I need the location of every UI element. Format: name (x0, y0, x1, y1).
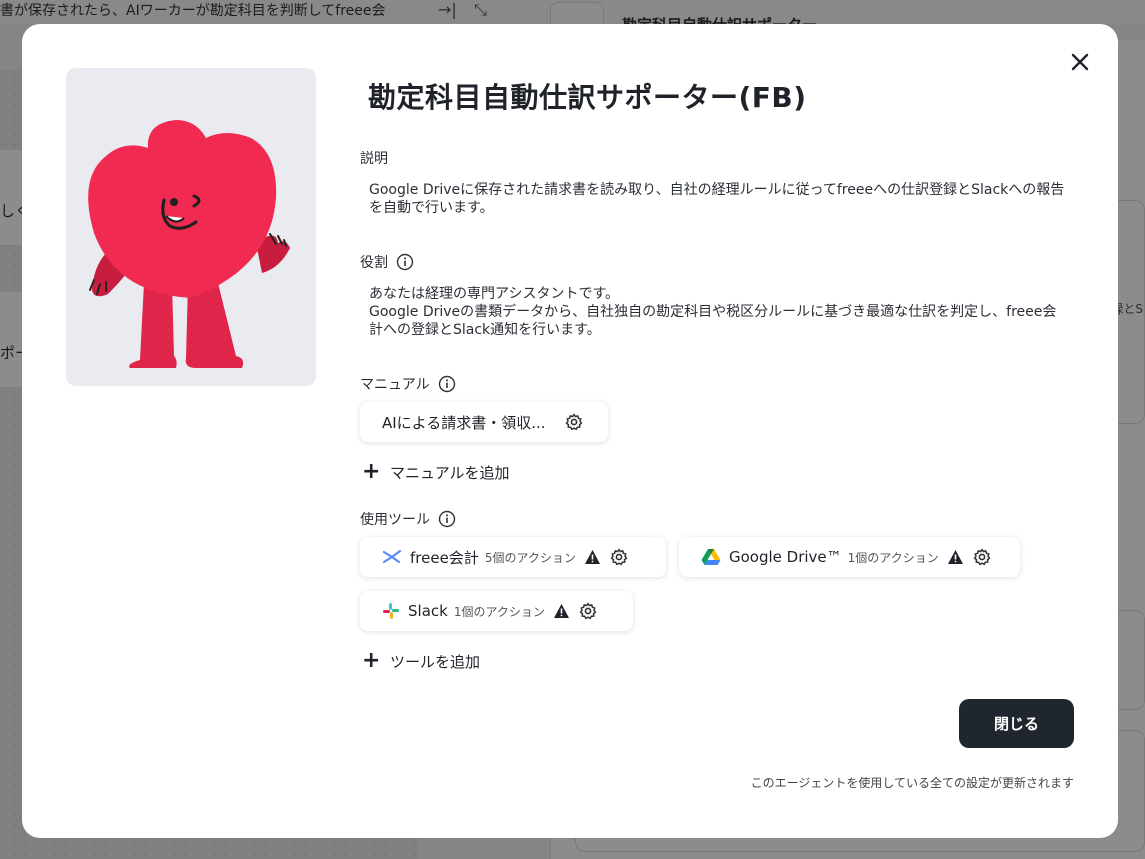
add-manual-label: マニュアルを追加 (390, 463, 510, 482)
manual-label: マニュアル (360, 374, 456, 394)
google-drive-icon (701, 549, 721, 565)
gear-icon[interactable] (972, 547, 992, 567)
plus-icon: + (362, 648, 381, 673)
gear-icon[interactable] (578, 601, 598, 621)
plus-icon: + (362, 459, 381, 484)
gear-icon[interactable] (564, 412, 584, 432)
agent-avatar (66, 68, 316, 386)
warning-icon (553, 604, 569, 618)
role-text: あなたは経理の専門アシスタントです。 Google Driveの書類データから、… (369, 285, 1069, 339)
role-label: 役割 (360, 252, 414, 272)
close-button[interactable]: 閉じる (959, 699, 1074, 748)
tool-item-google-drive[interactable]: Google Drive™ 1個のアクション (679, 537, 1020, 577)
tools-label-text: 使用ツール (360, 512, 430, 528)
add-manual-button[interactable]: + マニュアルを追加 (362, 461, 510, 483)
tool-item-slack[interactable]: Slack 1個のアクション (360, 591, 633, 631)
agent-title: 勘定科目自動仕訳サポーター(FB) (368, 81, 807, 114)
close-icon[interactable] (1068, 50, 1092, 74)
warning-icon (947, 550, 963, 564)
description-text: Google Driveに保存された請求書を読み取り、自社の経理ルールに従ってf… (369, 182, 1065, 216)
tool-actions: 5個のアクション (484, 550, 576, 565)
description-label: 説明 (360, 148, 388, 168)
manual-item[interactable]: AIによる請求書・領収... (360, 402, 608, 442)
mascot-image (88, 120, 290, 368)
tool-actions: 1個のアクション (453, 604, 545, 619)
tool-actions: 1個のアクション (847, 550, 939, 565)
info-icon[interactable] (438, 510, 456, 528)
description-label-text: 説明 (360, 151, 388, 167)
tool-name: freee会計 (410, 548, 479, 567)
info-icon[interactable] (396, 253, 414, 271)
freee-icon (382, 549, 402, 564)
footer-note: このエージェントを使用している全ての設定が更新されます (750, 776, 1074, 790)
role-label-text: 役割 (360, 255, 388, 271)
slack-icon (383, 603, 399, 619)
tool-name: Google Drive™ (729, 548, 842, 566)
manual-label-text: マニュアル (360, 377, 430, 393)
add-tool-button[interactable]: + ツールを追加 (362, 650, 480, 672)
gear-icon[interactable] (609, 547, 629, 567)
manual-item-label: AIによる請求書・領収... (382, 413, 546, 432)
add-tool-label: ツールを追加 (390, 652, 481, 671)
tools-label: 使用ツール (360, 509, 456, 529)
role-text-line: あなたは経理の専門アシスタントです。 (369, 286, 620, 302)
tool-item-freee[interactable]: freee会計 5個のアクション (360, 537, 666, 577)
agent-detail-modal: 勘定科目自動仕訳サポーター(FB) 説明 Google Driveに保存された請… (22, 24, 1118, 838)
role-text-line: Google Driveの書類データから、自社独自の勘定科目や税区分ルールに基づ… (369, 304, 1057, 338)
info-icon[interactable] (438, 375, 456, 393)
warning-icon (584, 550, 600, 564)
tool-name: Slack (408, 602, 448, 620)
